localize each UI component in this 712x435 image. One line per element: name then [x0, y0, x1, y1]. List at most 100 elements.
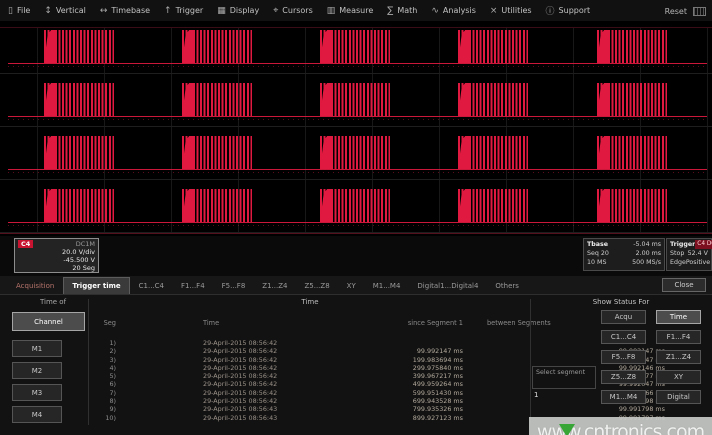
tab-acquisition[interactable]: Acquisition — [8, 278, 62, 294]
status-f1-f4-button[interactable]: F1...F4 — [656, 330, 701, 344]
math-sigma-icon: ∑ — [387, 6, 393, 16]
trigger-level: 52.4 V — [688, 249, 708, 258]
menu-item-measure[interactable]: ▥Measure — [327, 6, 374, 16]
trace-dotted-ticks — [8, 119, 707, 120]
trace-baseline — [8, 63, 707, 64]
status-time-button[interactable]: Time — [656, 310, 701, 324]
tab-trigger-time[interactable]: Trigger time — [63, 277, 129, 294]
table-header-row: Seg Time since Segment 1 between Segment… — [90, 319, 530, 327]
trace-baseline — [8, 169, 707, 170]
dialog-body: Time of Channel M1 M2 M3 M4 Time Seg Tim… — [0, 295, 712, 435]
menu-item-utilities[interactable]: ×Utilities — [490, 6, 532, 16]
segment-burst — [44, 189, 114, 222]
divider-right — [530, 299, 531, 425]
status-xy-button[interactable]: XY — [656, 370, 701, 384]
status-z5-z8-button[interactable]: Z5...Z8 — [601, 370, 646, 384]
tab-z1-z4[interactable]: Z1...Z4 — [254, 278, 295, 294]
segment-burst — [182, 189, 252, 222]
grid-border-top — [0, 27, 712, 28]
segment-table: 1)29-April-2015 08:56:42 2)29-April-2015… — [90, 339, 530, 422]
segment-burst — [44, 30, 114, 63]
segment-burst — [597, 30, 667, 63]
trigger-source-badge: C4 DC — [695, 240, 712, 249]
status-c1-c4-button[interactable]: C1...C4 — [601, 330, 646, 344]
trigger-mode: Stop — [670, 249, 684, 258]
channel-badge: C4 — [18, 240, 33, 248]
segment-burst — [182, 30, 252, 63]
status-f5-f8-button[interactable]: F5...F8 — [601, 350, 646, 364]
menu-item-analysis[interactable]: ∿Analysis — [431, 6, 476, 16]
timebase-descriptor[interactable]: Tbase-5.04 ms Seq 202.00 ms 10 MS500 MS/… — [583, 238, 665, 271]
table-row: 1)29-April-2015 08:56:42 — [90, 339, 530, 347]
select-segment-value[interactable]: 1 — [534, 391, 538, 399]
timebase-per-div: 2.00 ms — [636, 249, 661, 258]
table-row: 3)29-April-2015 08:56:42199.983694 ms99.… — [90, 356, 530, 364]
dialog-tab-bar: Acquisition Trigger time C1...C4 F1...F4… — [0, 276, 712, 295]
status-m1-m4-button[interactable]: M1...M4 — [601, 390, 646, 404]
tab-digital1-digital4[interactable]: Digital1...Digital4 — [409, 278, 486, 294]
tab-m1-m4[interactable]: M1...M4 — [365, 278, 409, 294]
channel-descriptor-c4[interactable]: C4 DC1M 20.0 V/div -45.500 V 20 Seg — [14, 238, 99, 273]
table-row: 10)29-April-2015 08:56:43899.927123 ms99… — [90, 414, 530, 422]
segment-burst — [597, 189, 667, 222]
status-digital-button[interactable]: Digital — [656, 390, 701, 404]
timebase-delay: -5.04 ms — [633, 240, 661, 249]
grid-border-bottom — [0, 233, 712, 234]
menu-item-support[interactable]: ⓘSupport — [546, 4, 591, 17]
tab-f1-f4[interactable]: F1...F4 — [173, 278, 213, 294]
timebase-samples: 10 MS — [587, 258, 606, 267]
waveform-grid — [0, 22, 712, 236]
m1-button[interactable]: M1 — [12, 340, 62, 357]
menu-item-display[interactable]: ▦Display — [217, 6, 259, 16]
oscilloscope-screen: ▯File ↕Vertical ↔Timebase ↑Trigger ▦Disp… — [0, 0, 712, 435]
time-section-header: Time — [90, 298, 530, 306]
time-of-label: Time of — [18, 298, 88, 306]
grid-row-separator — [0, 126, 712, 127]
status-dialog: Acquisition Trigger time C1...C4 F1...F4… — [0, 276, 712, 435]
close-button[interactable]: Close — [662, 278, 706, 292]
m4-button[interactable]: M4 — [12, 406, 62, 423]
menu-item-timebase[interactable]: ↔Timebase — [100, 6, 150, 16]
menu-item-math[interactable]: ∑Math — [387, 6, 417, 16]
utilities-icon: × — [490, 6, 498, 16]
table-row: 2)29-April-2015 08:56:4299.992147 ms99.9… — [90, 347, 530, 355]
m3-button[interactable]: M3 — [12, 384, 62, 401]
segment-burst — [182, 136, 252, 169]
keyboard-icon[interactable] — [693, 7, 706, 16]
menu-item-vertical[interactable]: ↕Vertical — [44, 6, 86, 16]
menu-item-file[interactable]: ▯File — [8, 6, 30, 16]
support-info-icon: ⓘ — [546, 4, 555, 17]
trace-baseline — [8, 116, 707, 117]
tab-c1-c4[interactable]: C1...C4 — [131, 278, 172, 294]
m2-button[interactable]: M2 — [12, 362, 62, 379]
reset-button[interactable]: Reset — [665, 7, 687, 16]
watermark: www.cntronics.com — [529, 417, 712, 435]
status-z1-z4-button[interactable]: Z1...Z4 — [656, 350, 701, 364]
segment-burst — [320, 189, 390, 222]
status-acqu-button[interactable]: Acqu — [601, 310, 646, 324]
measure-icon: ▥ — [327, 6, 336, 16]
segment-burst — [320, 30, 390, 63]
file-icon: ▯ — [8, 6, 13, 16]
segment-burst — [320, 136, 390, 169]
channel-coupling: DC1M — [76, 240, 95, 248]
grid-row-separator — [0, 73, 712, 74]
select-segment-field[interactable]: Select segment — [532, 366, 596, 389]
col-seg: Seg — [90, 319, 116, 327]
vertical-arrows-icon: ↕ — [44, 6, 52, 16]
segment-burst — [597, 136, 667, 169]
tab-z5-z8[interactable]: Z5...Z8 — [296, 278, 337, 294]
table-row: 8)29-April-2015 08:56:42699.943528 ms99.… — [90, 397, 530, 405]
channel-select-button[interactable]: Channel — [12, 312, 85, 331]
menu-item-cursors[interactable]: ⌖Cursors — [273, 6, 313, 16]
col-since: since Segment 1 — [366, 319, 463, 327]
trigger-descriptor[interactable]: TriggerC4 DC Stop52.4 V EdgePositive — [666, 238, 712, 271]
tab-xy[interactable]: XY — [339, 278, 364, 294]
trace-dotted-ticks — [8, 172, 707, 173]
trigger-type: Edge — [670, 258, 686, 267]
descriptor-strip: C4 DC1M 20.0 V/div -45.500 V 20 Seg Tbas… — [0, 236, 712, 276]
tab-others[interactable]: Others — [487, 278, 527, 294]
table-row: 4)29-April-2015 08:56:42299.975840 ms99.… — [90, 364, 530, 372]
menu-item-trigger[interactable]: ↑Trigger — [164, 6, 203, 16]
tab-f5-f8[interactable]: F5...F8 — [214, 278, 254, 294]
